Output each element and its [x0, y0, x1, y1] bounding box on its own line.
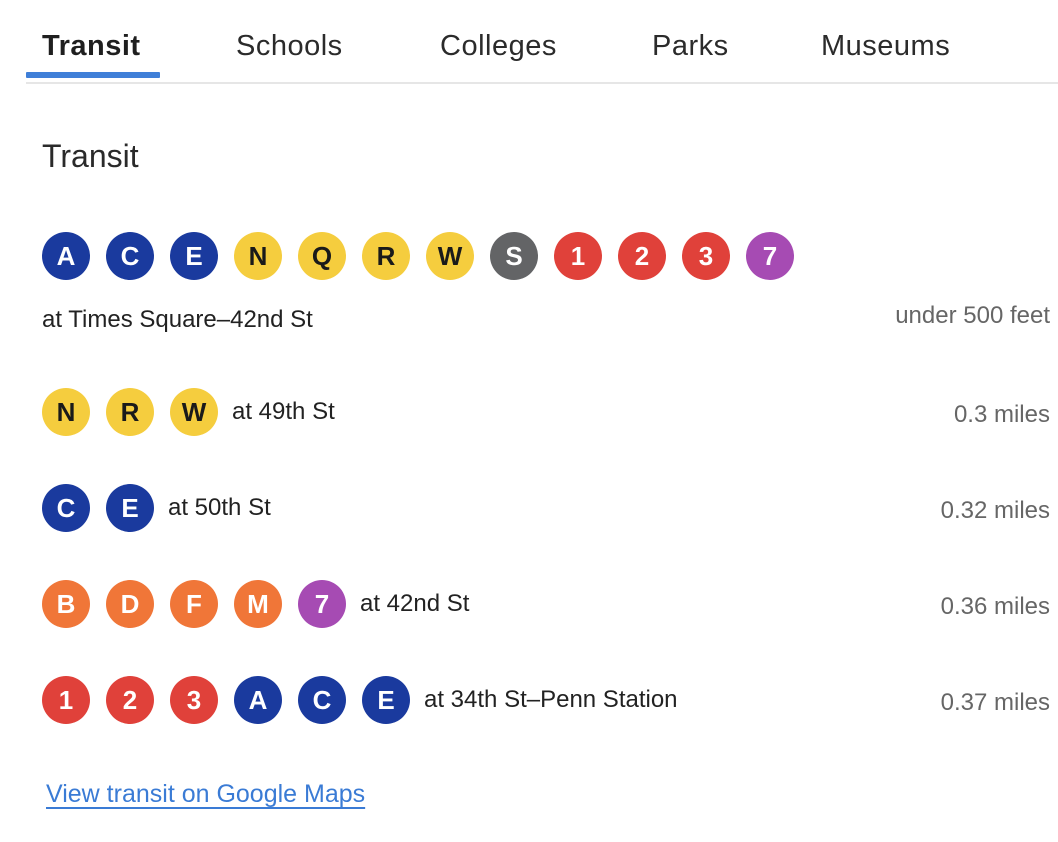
- active-tab-indicator: [26, 72, 160, 78]
- subway-line-badge: D: [106, 580, 154, 628]
- subway-line-badge: F: [170, 580, 218, 628]
- subway-line-badge: 1: [554, 232, 602, 280]
- subway-line-badge: R: [362, 232, 410, 280]
- subway-line-badge: 1: [42, 676, 90, 724]
- transit-station-row: N R Wat 49th St 0.3 miles: [42, 388, 1050, 436]
- subway-line-badge: S: [490, 232, 538, 280]
- section-title: Transit: [42, 138, 139, 174]
- tab-museums[interactable]: Museums: [821, 30, 950, 82]
- station-name: at 34th St–Penn Station: [424, 686, 678, 713]
- subway-line-badge: A: [234, 676, 282, 724]
- station-distance: 0.32 miles: [940, 497, 1050, 524]
- tab-colleges[interactable]: Colleges: [440, 30, 557, 82]
- subway-line-badge: C: [106, 232, 154, 280]
- subway-line-badge: C: [42, 484, 90, 532]
- station-distance: 0.3 miles: [953, 401, 1050, 428]
- station-distance: under 500 feet: [895, 302, 1050, 329]
- tab-parks[interactable]: Parks: [652, 30, 729, 82]
- station-distance: 0.37 miles: [940, 689, 1050, 716]
- subway-line-badge: W: [170, 388, 218, 436]
- station-name: at 49th St: [232, 398, 335, 425]
- tab-bar: Transit Schools Colleges Parks Museums: [26, 0, 1058, 84]
- subway-line-badge: W: [426, 232, 474, 280]
- transit-station-row: 1 2 3 A C Eat 34th St–Penn Station 0.37 miles: [42, 676, 1050, 724]
- subway-line-badge: M: [234, 580, 282, 628]
- subway-line-badge: 7: [298, 580, 346, 628]
- subway-line-badge: E: [362, 676, 410, 724]
- subway-line-badge: 2: [618, 232, 666, 280]
- transit-station-row: ACENQRWS1237: [42, 232, 1050, 280]
- subway-line-badge: A: [42, 232, 90, 280]
- subway-line-badge: E: [170, 232, 218, 280]
- station-name: at 42nd St: [360, 590, 470, 617]
- station-name: at Times Square–42nd St: [42, 306, 313, 333]
- subway-line-badge: Q: [298, 232, 346, 280]
- subway-line-badges: B D F M 7 at 42nd St: [42, 580, 469, 628]
- subway-line-badge: E: [106, 484, 154, 532]
- subway-line-badge: 3: [682, 232, 730, 280]
- subway-line-badge: C: [298, 676, 346, 724]
- transit-station-row: B D F M 7 at 42nd St 0.36 miles: [42, 580, 1050, 628]
- tab-schools[interactable]: Schools: [236, 30, 343, 82]
- station-name: at 50th St: [168, 494, 271, 521]
- subway-line-badge: N: [42, 388, 90, 436]
- subway-line-badges: 1 2 3 A C Eat 34th St–Penn Station: [42, 676, 678, 724]
- station-distance: 0.36 miles: [940, 593, 1050, 620]
- subway-line-badge: N: [234, 232, 282, 280]
- subway-line-badge: 3: [170, 676, 218, 724]
- subway-line-badges: ACENQRWS1237: [42, 232, 810, 280]
- transit-station-row: C Eat 50th St 0.32 miles: [42, 484, 1050, 532]
- subway-line-badge: 7: [746, 232, 794, 280]
- subway-line-badge: R: [106, 388, 154, 436]
- subway-line-badges: N R Wat 49th St: [42, 388, 335, 436]
- subway-line-badges: C Eat 50th St: [42, 484, 271, 532]
- subway-line-badge: 2: [106, 676, 154, 724]
- view-transit-google-maps-link[interactable]: View transit on Google Maps: [46, 780, 365, 809]
- subway-line-badge: B: [42, 580, 90, 628]
